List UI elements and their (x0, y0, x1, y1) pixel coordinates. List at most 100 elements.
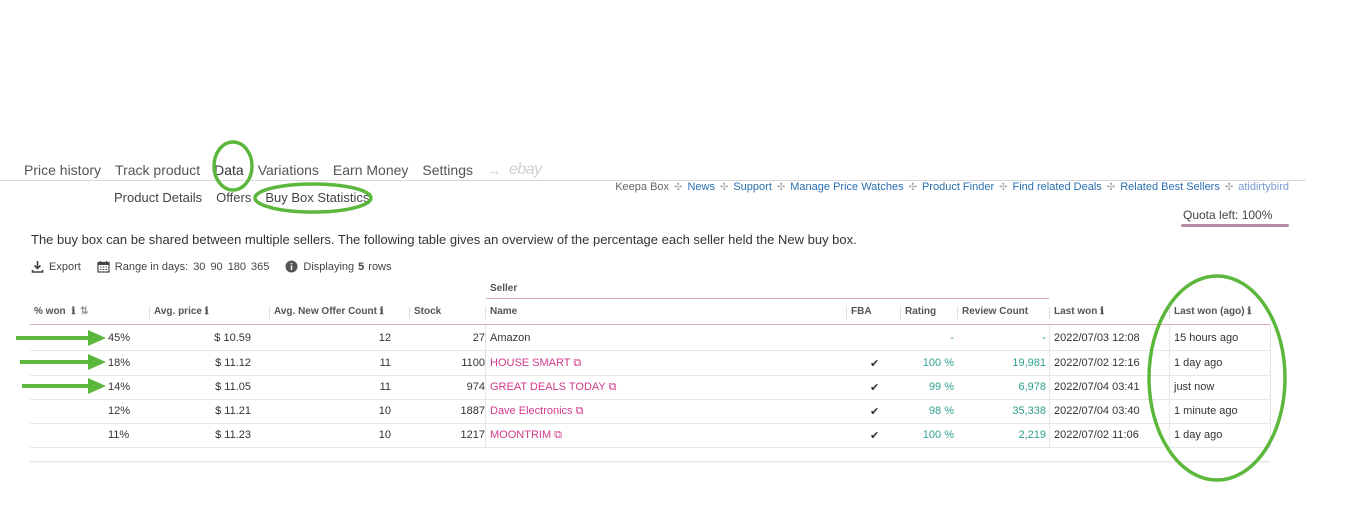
separator-icon: ✣ (719, 181, 729, 193)
cell-rating: 100 % (922, 429, 954, 441)
cell-avg-price: $ 11.21 (215, 405, 251, 417)
link-product-finder[interactable]: Product Finder (922, 181, 994, 193)
header-review-count[interactable]: Review Count (962, 306, 1028, 317)
external-link-icon: ⧉ (575, 405, 584, 417)
data-subtabs: Product Details Offers Buy Box Statistic… (114, 190, 383, 205)
column-divider (1049, 325, 1050, 447)
seller-link[interactable]: MOONTRIM ⧉ (490, 429, 562, 442)
external-link-icon: ⧉ (554, 429, 563, 441)
main-tabs: Price history Track product Data Variati… (24, 160, 542, 180)
cell-fba-check: ✔ (870, 382, 880, 394)
cell-last-won: 2022/07/02 11:06 (1054, 429, 1139, 441)
range-option-90[interactable]: 90 (210, 261, 222, 273)
cell-stock: 1217 (460, 429, 485, 441)
cell-avg-price: $ 11.12 (215, 357, 251, 369)
link-username[interactable]: atidirtybird (1238, 181, 1289, 193)
header-divider (30, 324, 1270, 325)
cell-last-won: 2022/07/03 12:08 (1054, 332, 1140, 344)
cell-rating: 100 % (922, 357, 954, 369)
tab-price-history[interactable]: Price history (24, 162, 101, 178)
sort-icon[interactable]: ⇅ (80, 306, 88, 317)
separator-icon: ✣ (674, 181, 683, 193)
link-related-best-sellers[interactable]: Related Best Sellers (1120, 181, 1220, 193)
range-option-30[interactable]: 30 (193, 261, 205, 273)
separator-icon: ✣ (908, 181, 917, 193)
info-icon: ℹ (379, 306, 384, 317)
arrow-right-icon: → (486, 162, 501, 178)
column-divider (1169, 325, 1170, 447)
table-row: 18% $ 11.12 11 1100 HOUSE SMART ⧉ ✔ 100 … (30, 351, 1270, 376)
header-stock[interactable]: Stock (414, 306, 441, 317)
external-link-icon: ⧉ (608, 381, 617, 393)
cell-last-won: 2022/07/02 12:16 (1054, 357, 1140, 369)
link-manage-price-watches[interactable]: Manage Price Watches (790, 181, 903, 193)
range-option-365[interactable]: 365 (251, 261, 269, 273)
separator-icon: ✣ (1106, 181, 1116, 193)
download-icon (31, 261, 44, 273)
column-divider (1270, 325, 1271, 447)
tab-settings[interactable]: Settings (422, 162, 473, 178)
header-last-won-ago[interactable]: Last won (ago) ℹ (1174, 306, 1251, 317)
table-row: 11% $ 11.23 10 1217 MOONTRIM ⧉ ✔ 100 % 2… (30, 423, 1270, 448)
tab-track-product[interactable]: Track product (115, 162, 200, 178)
subtab-offers[interactable]: Offers (216, 190, 251, 205)
cell-stock: 1887 (460, 405, 485, 417)
header-rating[interactable]: Rating (905, 306, 936, 317)
cell-rating: - (950, 332, 954, 344)
header-avg-new-offer-count[interactable]: Avg. New Offer Count ℹ (274, 306, 384, 317)
subtab-product-details[interactable]: Product Details (114, 190, 202, 205)
table-row: 14% $ 11.05 11 974 GREAT DEALS TODAY ⧉ ✔… (30, 375, 1270, 400)
quota-underline-annotation (1181, 224, 1289, 227)
seller-link[interactable]: Dave Electronics ⧉ (490, 405, 583, 418)
tab-variations[interactable]: Variations (258, 162, 319, 178)
range-option-180[interactable]: 180 (228, 261, 246, 273)
buy-box-description: The buy box can be shared between multip… (31, 232, 857, 247)
cell-avg-price: $ 11.05 (215, 381, 251, 393)
cell-percent-won: 12% (108, 405, 131, 417)
seller-link[interactable]: HOUSE SMART ⧉ (490, 357, 581, 370)
cell-last-won-ago: 1 day ago (1174, 429, 1223, 441)
cell-stock: 27 (472, 332, 485, 344)
displaying-count: 5 (358, 260, 365, 273)
external-link-icon: ⧉ (573, 357, 582, 369)
subtab-buy-box-statistics[interactable]: Buy Box Statistics (265, 190, 369, 205)
export-button[interactable]: Export (31, 260, 81, 273)
cell-fba-check: ✔ (870, 358, 880, 370)
cell-rating: 99 % (928, 381, 954, 393)
quota-left: Quota left: 100% (1183, 208, 1273, 222)
cell-last-won-ago: 15 hours ago (1174, 332, 1239, 344)
info-icon: ℹ (204, 306, 209, 317)
table-toolbar: Export Range in days: 30 90 180 365 Disp… (31, 260, 408, 273)
link-keepa-box[interactable]: Keepa Box (615, 181, 669, 193)
range-in-days: Range in days: 30 90 180 365 (97, 260, 269, 273)
header-avg-price[interactable]: Avg. price ℹ (154, 306, 209, 317)
info-icon (285, 260, 298, 273)
header-name[interactable]: Name (490, 306, 517, 317)
cell-last-won: 2022/07/04 03:41 (1054, 381, 1140, 393)
header-fba[interactable]: FBA (851, 306, 872, 317)
tab-earn-money[interactable]: Earn Money (333, 162, 408, 178)
cell-stock: 974 (466, 381, 485, 393)
cell-percent-won: 14% (108, 381, 131, 393)
header-last-won[interactable]: Last won ℹ (1054, 306, 1104, 317)
separator-icon: ✣ (999, 181, 1008, 193)
separator-icon: ✣ (1224, 181, 1234, 193)
range-label: Range in days: (114, 260, 189, 273)
displaying-label: Displaying (303, 260, 355, 273)
cell-last-won-ago: 1 minute ago (1174, 405, 1238, 417)
link-support[interactable]: Support (733, 181, 772, 193)
cell-offer-count: 10 (378, 429, 391, 441)
link-news[interactable]: News (687, 181, 715, 193)
calendar-icon (97, 261, 110, 273)
cell-avg-price: $ 11.23 (215, 429, 251, 441)
cell-offer-count: 10 (378, 405, 391, 417)
cell-offer-count: 11 (379, 381, 391, 393)
table-row: 45% $ 10.59 12 27 Amazon - - 2022/07/03 … (30, 326, 1270, 351)
seller-link[interactable]: GREAT DEALS TODAY ⧉ (490, 381, 616, 394)
tab-ebay[interactable]: ebay (509, 161, 542, 179)
header-percent-won[interactable]: % won ℹ ⇅ (34, 306, 88, 317)
cell-last-won: 2022/07/04 03:40 (1054, 405, 1140, 417)
tab-data[interactable]: Data (214, 162, 244, 178)
link-find-related-deals[interactable]: Find related Deals (1013, 181, 1102, 193)
cell-review-count: 6,978 (1018, 381, 1046, 393)
